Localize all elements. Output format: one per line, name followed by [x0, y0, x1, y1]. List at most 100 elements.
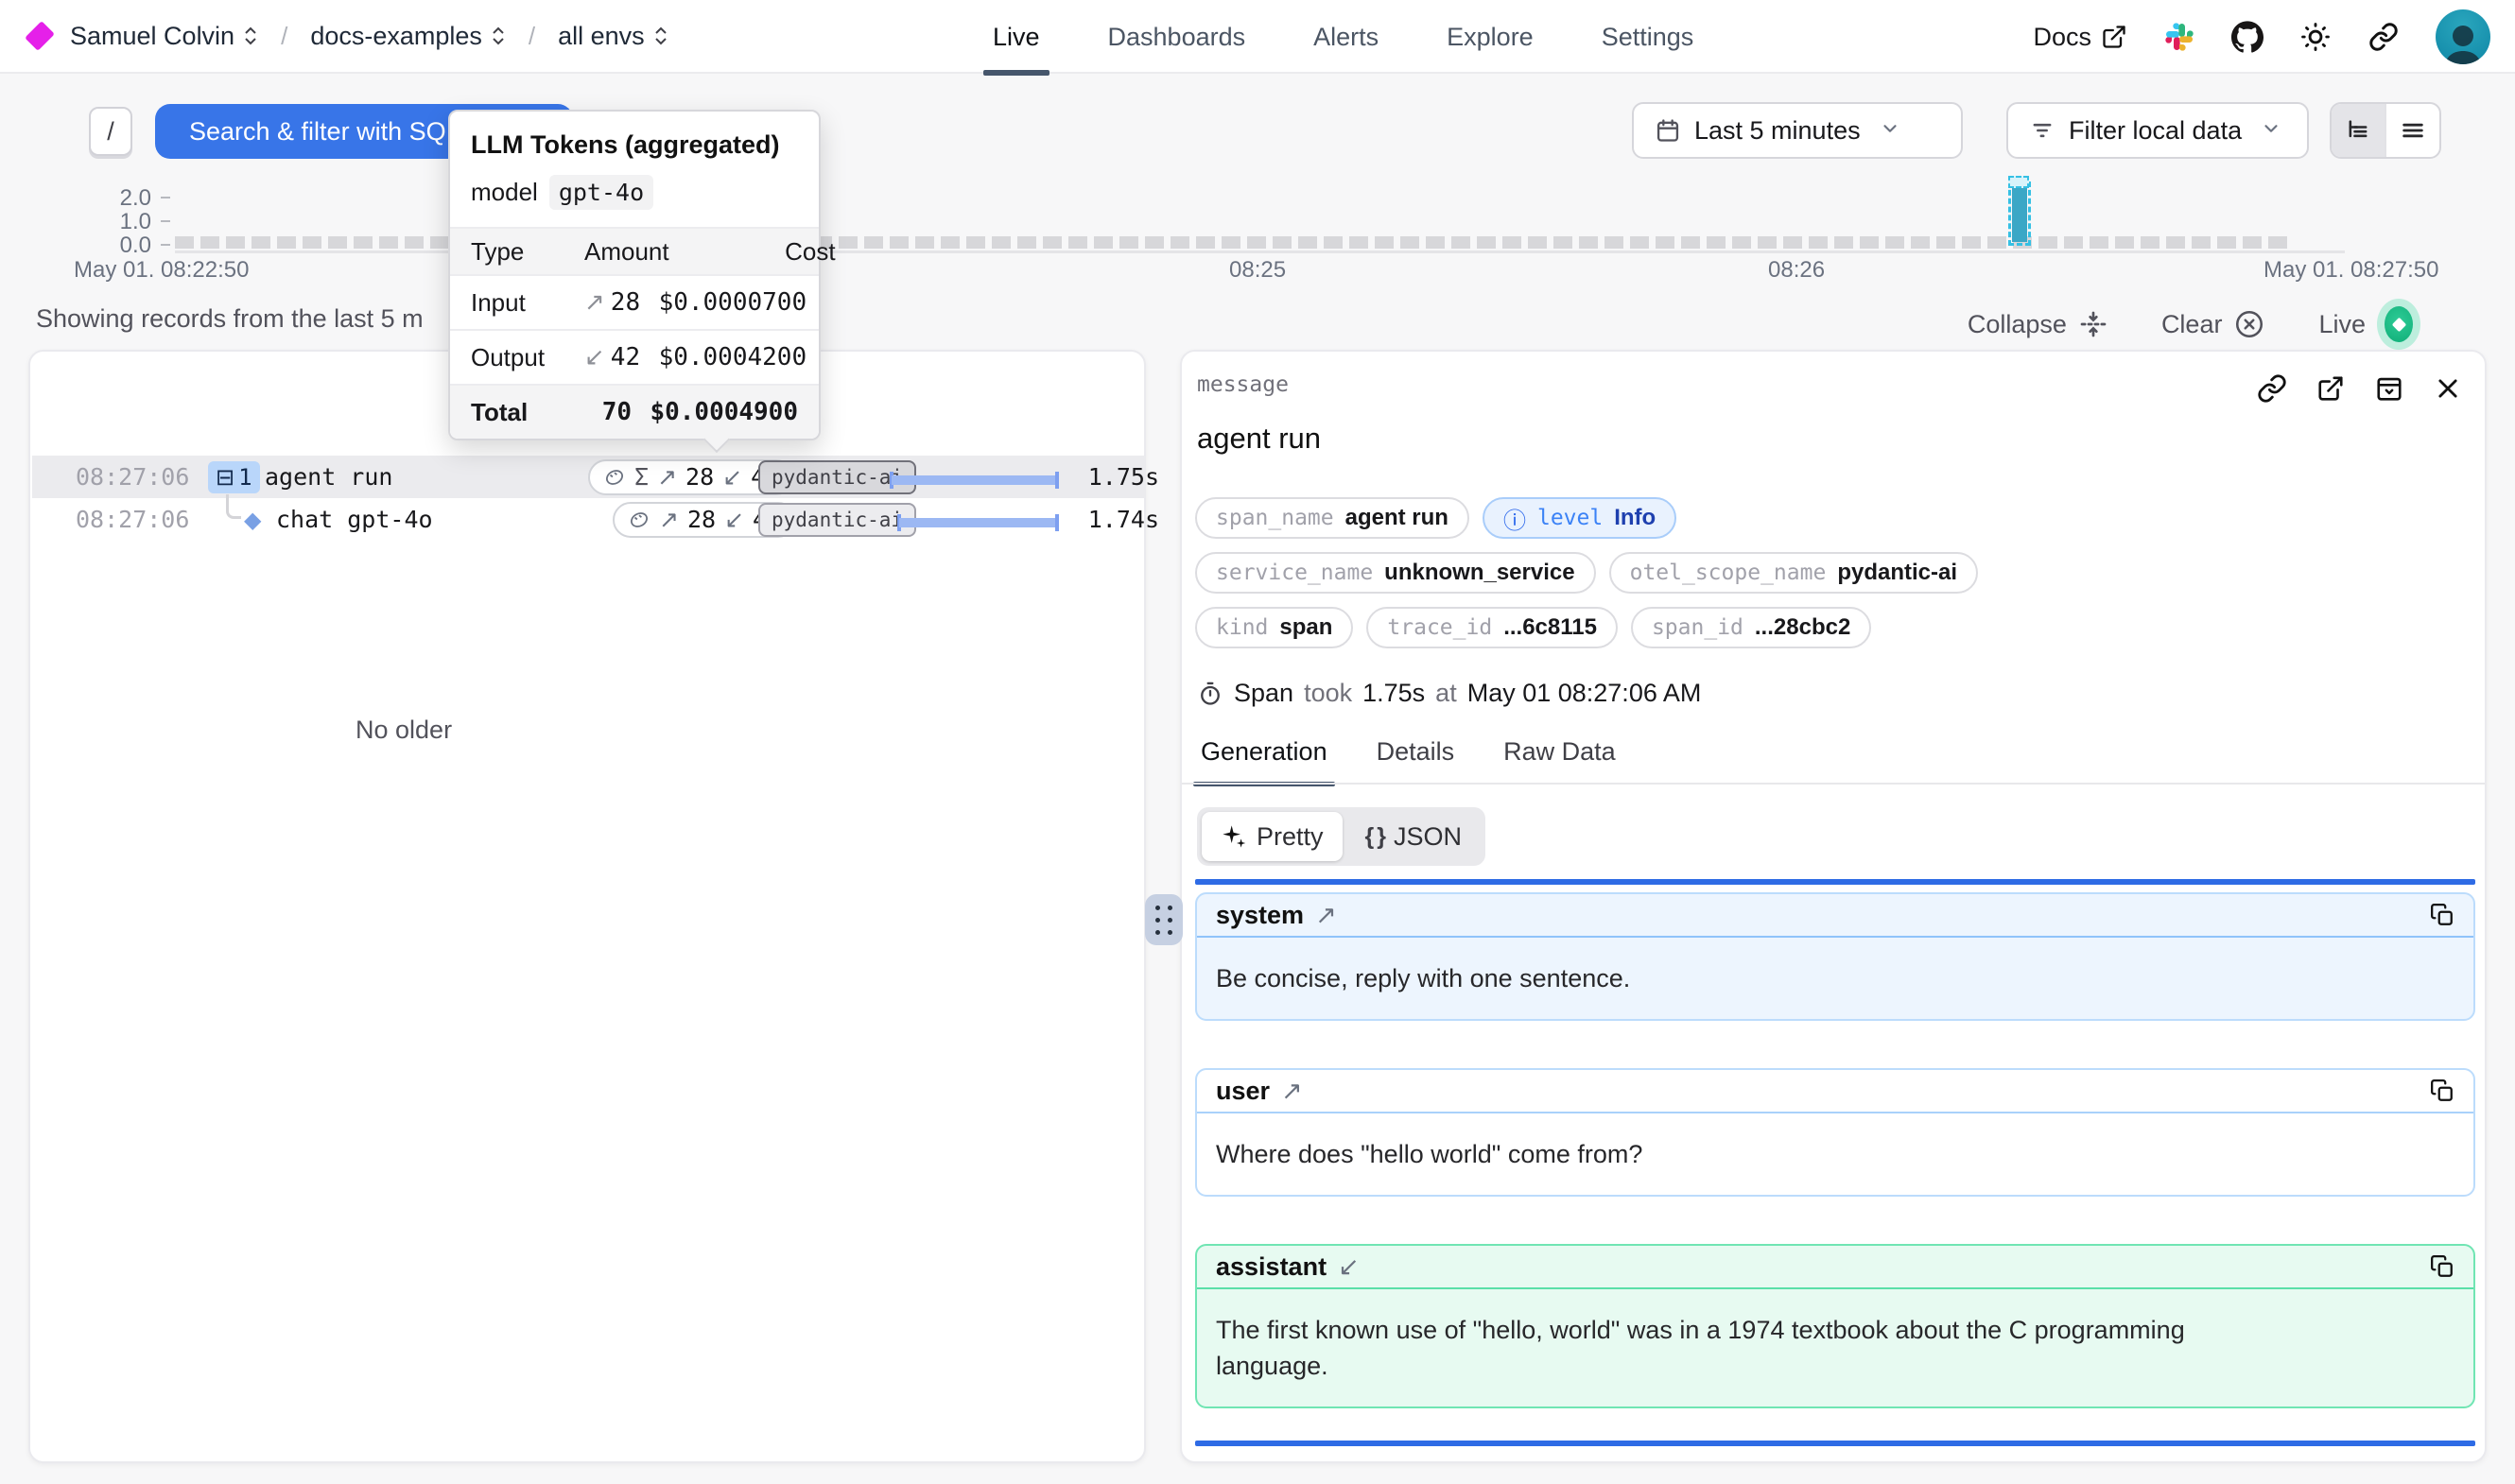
- list-view-button[interactable]: [2385, 104, 2439, 157]
- x-tick: 08:25: [1229, 257, 1286, 284]
- header-actions: Docs: [2033, 0, 2490, 74]
- kind-badge[interactable]: kind span: [1195, 607, 1353, 648]
- selected-span-bar-cap: [2008, 176, 2029, 188]
- trace-time: 08:27:06: [76, 463, 189, 491]
- level-badge[interactable]: ⓘ level Info: [1483, 497, 1676, 539]
- project-switcher-icon[interactable]: [491, 26, 506, 46]
- share-link-icon[interactable]: [2368, 21, 2400, 53]
- tokens-in: 28: [685, 463, 714, 491]
- otel-scope-badge[interactable]: otel_scope_name pydantic-ai: [1609, 552, 1978, 594]
- live-indicator-icon: [2377, 299, 2420, 350]
- trace-row-chat-gpt4o[interactable]: 08:27:06 ◆ chat gpt-4o ↗28 ↙42 pydantic-…: [32, 498, 1146, 541]
- selected-span-bar[interactable]: [2012, 185, 2027, 242]
- pretty-toggle-button[interactable]: Pretty: [1202, 812, 1343, 861]
- breadcrumb-project[interactable]: docs-examples: [310, 22, 506, 51]
- service-name-badge[interactable]: service_name unknown_service: [1195, 552, 1596, 594]
- record-kind-label: message: [1197, 372, 1289, 397]
- github-icon[interactable]: [2231, 21, 2264, 53]
- braces-icon: { }: [1365, 823, 1384, 851]
- tab-generation[interactable]: Generation: [1197, 737, 1331, 784]
- panel-resize-handle[interactable]: [1145, 894, 1183, 945]
- list-view-icon: [2400, 117, 2426, 144]
- open-in-new-icon[interactable]: [2315, 372, 2347, 405]
- detail-tabs: Generation Details Raw Data: [1197, 737, 1620, 784]
- copy-icon[interactable]: [2430, 1078, 2454, 1103]
- env-switcher-icon[interactable]: [653, 26, 668, 46]
- span-detail-panel: message agent run span_name agent run ⓘ …: [1180, 350, 2487, 1463]
- detail-panel-actions: [2256, 372, 2464, 405]
- filter-local-data-button[interactable]: Filter local data: [2006, 102, 2309, 159]
- nav-dashboards[interactable]: Dashboards: [1099, 0, 1256, 74]
- external-link-icon: [2101, 24, 2127, 50]
- llm-tokens-tooltip: LLM Tokens (aggregated) model gpt-4o Typ…: [448, 110, 821, 440]
- sigma-icon: Σ: [634, 463, 649, 491]
- x-tick: May 01. 08:27:50: [2264, 257, 2438, 284]
- duration-label: 1.75s: [1065, 463, 1159, 491]
- nav-live[interactable]: Live: [983, 0, 1049, 74]
- status-actions: Collapse Clear Live: [1968, 299, 2420, 350]
- theme-sun-icon[interactable]: [2299, 21, 2332, 53]
- y-tick-mark: [161, 220, 170, 222]
- tokens-coin-icon: [628, 509, 650, 531]
- message-text: Be concise, reply with one sentence.: [1197, 938, 2473, 1019]
- info-icon: ⓘ: [1503, 502, 1526, 535]
- nav-settings[interactable]: Settings: [1592, 0, 1704, 74]
- logfire-logo-icon: [25, 21, 55, 51]
- archive-icon[interactable]: [2373, 372, 2405, 405]
- clear-button[interactable]: Clear: [2161, 308, 2266, 340]
- chevron-down-icon: [2261, 116, 2281, 146]
- json-toggle-button[interactable]: { } JSON: [1346, 812, 1481, 861]
- trace-id-badge[interactable]: trace_id ...6c8115: [1366, 607, 1618, 648]
- duration-label: 1.74s: [1065, 506, 1159, 533]
- message-card-user: user ↗ Where does "hello world" come fro…: [1195, 1068, 2475, 1197]
- no-older-records-label: No older: [356, 716, 452, 745]
- breadcrumb-separator: /: [529, 22, 535, 51]
- tooltip-row-input: Input ↗28 $0.0000700: [450, 274, 819, 329]
- tooltip-title: LLM Tokens (aggregated): [450, 112, 819, 160]
- live-toggle[interactable]: Live: [2318, 299, 2420, 350]
- chevron-down-icon: [1880, 116, 1900, 146]
- tree-view-button[interactable]: [2332, 104, 2385, 157]
- duration-bar: [897, 514, 1059, 531]
- copy-icon[interactable]: [2430, 903, 2454, 927]
- message-role: user: [1216, 1077, 1270, 1106]
- span-diamond-icon: ◆: [244, 507, 261, 533]
- copy-link-icon[interactable]: [2256, 372, 2288, 405]
- span-name-badge[interactable]: span_name agent run: [1195, 497, 1469, 539]
- tree-view-icon: [2345, 117, 2371, 144]
- output-arrow-icon: ↙: [584, 343, 605, 371]
- y-tick: 2.0: [85, 185, 151, 212]
- badge-row-2: service_name unknown_service otel_scope_…: [1195, 552, 1978, 594]
- time-range-button[interactable]: Last 5 minutes: [1632, 102, 1963, 159]
- collapse-children-badge[interactable]: ⊟1: [208, 461, 260, 493]
- trace-row-agent-run[interactable]: 08:27:06 ⊟1 agent run Σ ↗28 ↙42 pydantic…: [32, 456, 1146, 498]
- x-tick: May 01. 08:22:50: [74, 257, 249, 284]
- breadcrumb-org[interactable]: Samuel Colvin: [70, 22, 258, 51]
- slack-icon[interactable]: [2163, 21, 2195, 53]
- badge-row-3: kind span trace_id ...6c8115 span_id ...…: [1195, 607, 1871, 648]
- slash-shortcut-key[interactable]: /: [89, 107, 132, 156]
- copy-icon[interactable]: [2430, 1254, 2454, 1279]
- span-duration-summary: Span took 1.75s at May 01 08:27:06 AM: [1197, 679, 1701, 708]
- tab-raw-data[interactable]: Raw Data: [1500, 737, 1620, 784]
- collapse-button[interactable]: Collapse: [1968, 309, 2108, 339]
- docs-link[interactable]: Docs: [2033, 23, 2127, 52]
- span-id-badge[interactable]: span_id ...28cbc2: [1631, 607, 1871, 648]
- nav-alerts[interactable]: Alerts: [1304, 0, 1388, 74]
- breadcrumb-env[interactable]: all envs: [558, 22, 668, 51]
- env-name: all envs: [558, 22, 645, 51]
- y-tick: 0.0: [85, 233, 151, 259]
- tab-details[interactable]: Details: [1373, 737, 1459, 784]
- scope-tag[interactable]: pydantic-ai: [758, 503, 916, 537]
- nav-explore[interactable]: Explore: [1437, 0, 1543, 74]
- message-text: The first known use of "hello, world" wa…: [1197, 1289, 2322, 1406]
- org-switcher-icon[interactable]: [243, 26, 258, 46]
- close-icon[interactable]: [2432, 372, 2464, 405]
- span-title: agent run: [1197, 422, 1321, 456]
- view-mode-toggle: [2330, 102, 2441, 159]
- input-arrow-icon: ↗: [659, 506, 679, 533]
- scroll-area-bottom-rule: [1195, 1441, 2475, 1446]
- user-avatar[interactable]: [2436, 9, 2490, 64]
- y-tick: 1.0: [85, 209, 151, 235]
- filter-icon: [2029, 117, 2055, 144]
